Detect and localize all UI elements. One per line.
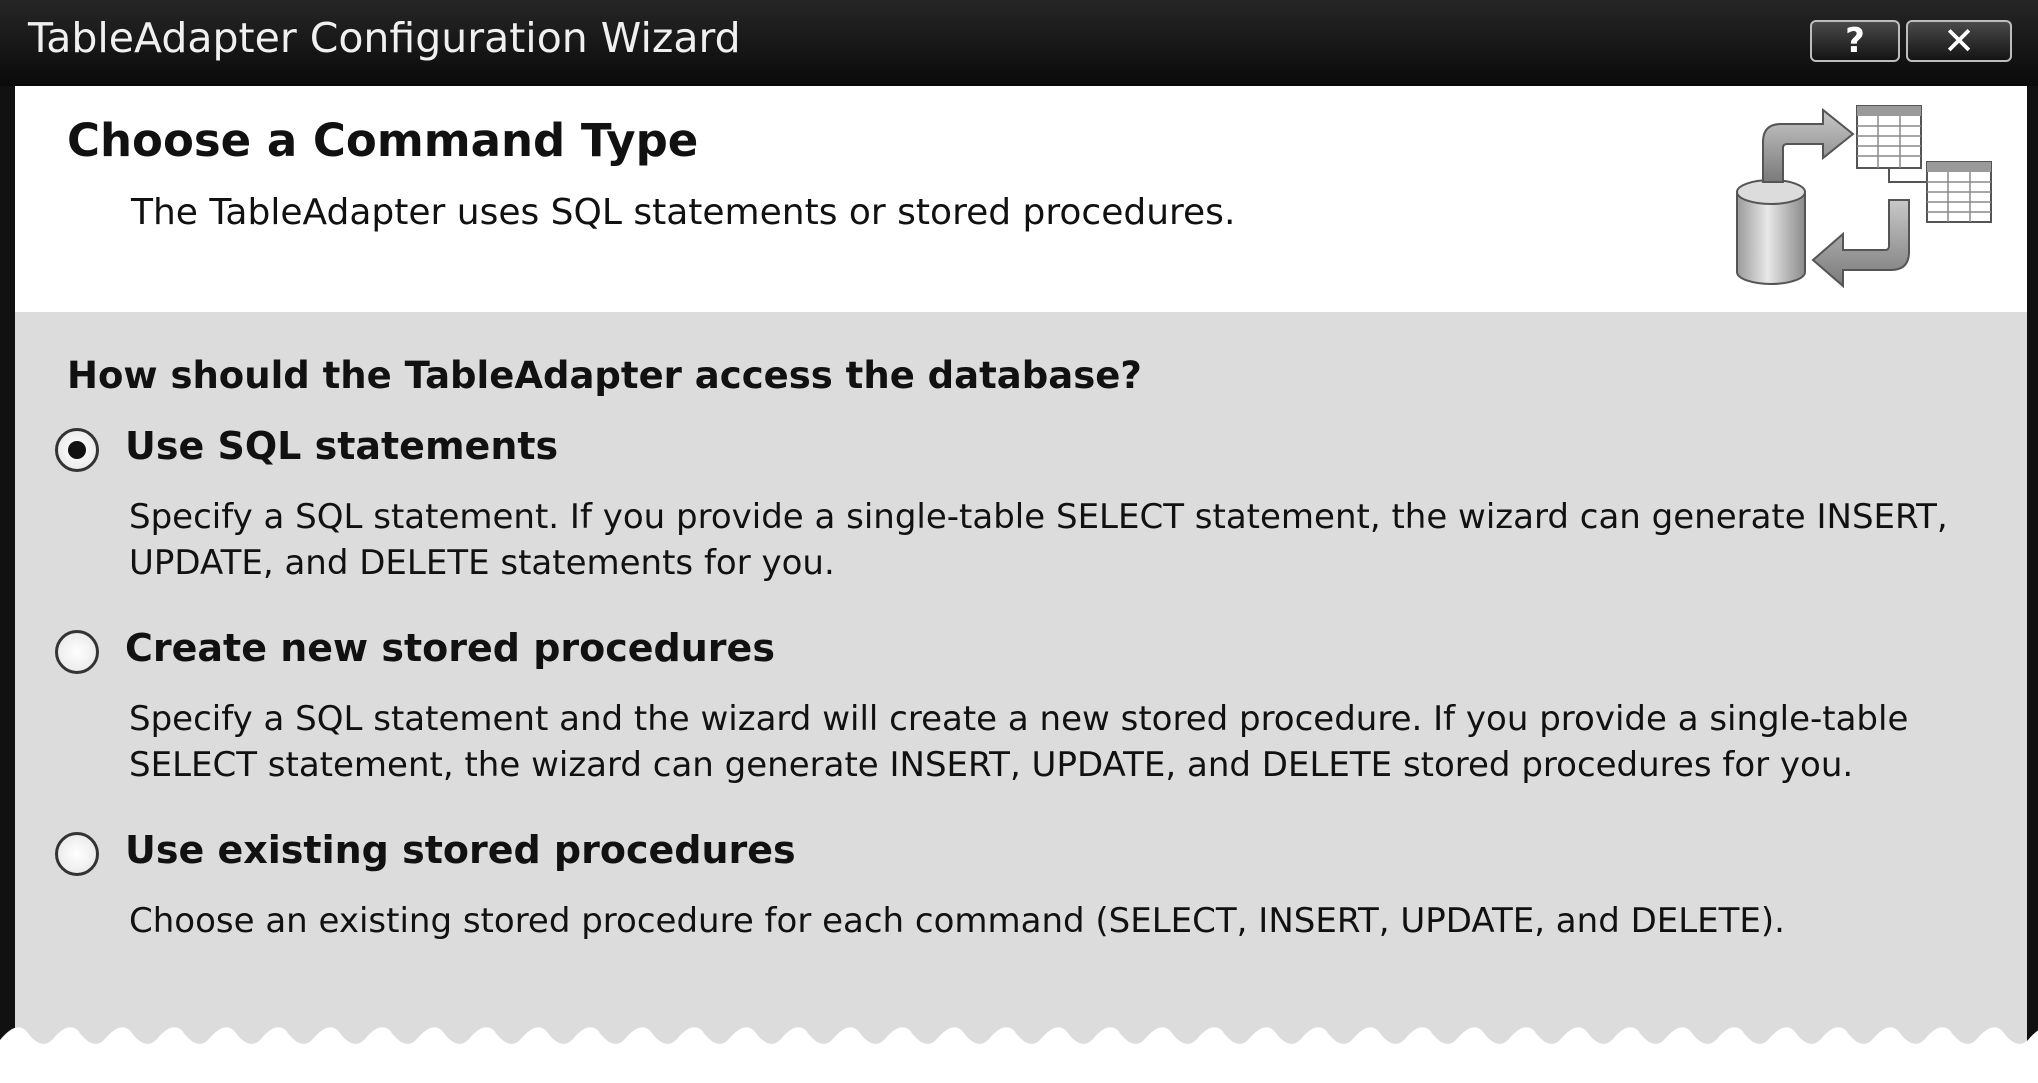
radio-selected-dot (68, 441, 86, 459)
question-label: How should the TableAdapter access the d… (67, 354, 1142, 397)
database-table-flow-icon (1736, 105, 1992, 289)
wizard-body: How should the TableAdapter access the d… (15, 312, 2027, 1083)
option-description: Specify a SQL statement. If you provide … (129, 497, 1948, 583)
option-label[interactable]: Create new stored procedures (125, 626, 775, 670)
radio-use-existing-stored-procedures[interactable] (55, 832, 99, 876)
radio-create-stored-procedures[interactable] (55, 630, 99, 674)
close-button[interactable]: ✕ (1906, 19, 2012, 63)
window-title: TableAdapter Configuration Wizard (28, 14, 741, 62)
help-button[interactable]: ? (1810, 20, 1900, 62)
wizard-header: Choose a Command Type The TableAdapter u… (15, 86, 2027, 312)
page-title: Choose a Command Type (67, 114, 699, 167)
option-description: Specify a SQL statement and the wizard w… (129, 699, 1909, 785)
page-subtitle: The TableAdapter uses SQL statements or … (131, 192, 1236, 233)
option-label[interactable]: Use SQL statements (125, 424, 558, 468)
option-description: Choose an existing stored procedure for … (129, 901, 1785, 941)
torn-edge (0, 1027, 2038, 1083)
wizard-window: TableAdapter Configuration Wizard ? ✕ Ch… (0, 0, 2038, 1083)
radio-use-sql-statements[interactable] (55, 428, 99, 472)
title-bar: TableAdapter Configuration Wizard ? ✕ (0, 0, 2038, 86)
option-label[interactable]: Use existing stored procedures (125, 828, 796, 872)
